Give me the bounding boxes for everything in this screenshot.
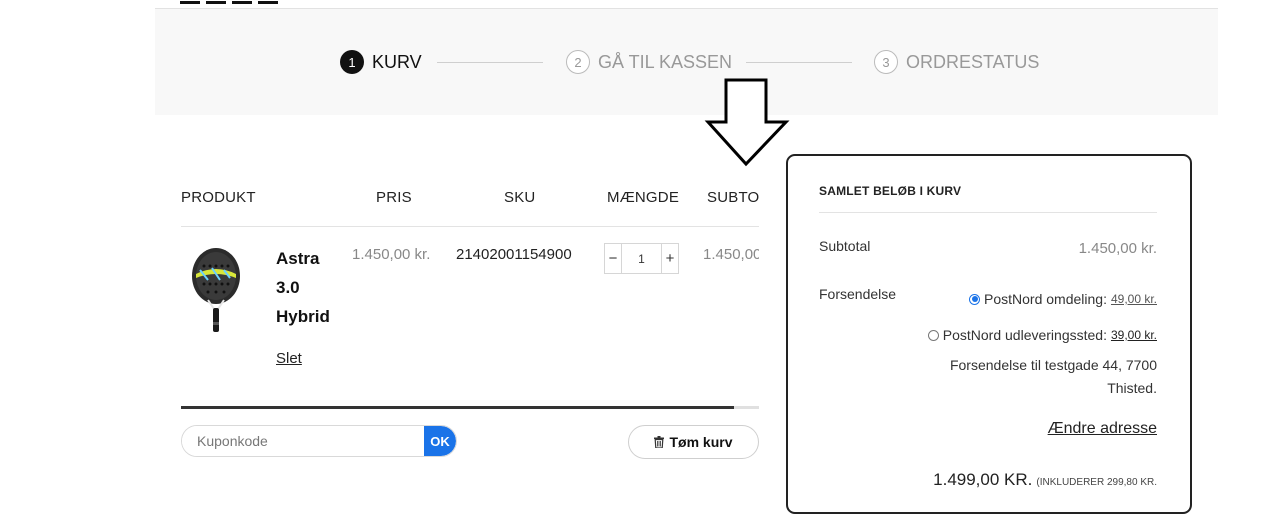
coupon-input[interactable]	[182, 426, 424, 456]
item-subtotal: 1.450,00 kr.	[703, 246, 759, 263]
step-number: 2	[566, 50, 590, 74]
apply-coupon-button[interactable]: OK	[424, 426, 456, 456]
shipping-option-label: PostNord omdeling:	[984, 291, 1107, 307]
step-cart[interactable]: 1 KURV	[340, 50, 422, 74]
subtotal-label: Subtotal	[819, 238, 871, 254]
step-label: KURV	[372, 51, 422, 72]
column-header-quantity: MÆNGDE	[607, 189, 680, 206]
subtotal-value: 1.450,00 kr.	[1078, 240, 1157, 257]
step-order-status[interactable]: 3 ORDRESTATUS	[874, 50, 1039, 74]
shipping-option-price: 49,00 kr.	[1110, 292, 1157, 306]
coupon-form: OK	[181, 425, 457, 457]
quantity-increase-button[interactable]: +	[661, 244, 678, 273]
shipping-option-price: 39,00 kr.	[1110, 328, 1157, 342]
item-sku: 21402001154900	[456, 246, 572, 263]
remove-item-link[interactable]: Slet	[276, 350, 302, 367]
table-divider	[181, 226, 759, 227]
shipping-label: Forsendelse	[819, 286, 897, 302]
order-total: 1.499,00 KR. (INKLUDERER 299,80 KR.	[933, 470, 1157, 490]
column-header-sku: SKU	[504, 189, 536, 206]
shipping-option-label: PostNord udleveringssted:	[942, 327, 1107, 343]
quantity-input[interactable]	[622, 250, 661, 267]
site-logo[interactable]	[180, 0, 288, 4]
shipping-option-postnord-omdeling[interactable]: PostNord omdeling: 49,00 kr.	[969, 291, 1157, 307]
radio-unselected-icon[interactable]	[927, 329, 939, 341]
trash-icon	[654, 436, 665, 448]
clear-cart-button[interactable]: Tøm kurv	[628, 425, 759, 459]
checkout-steps: 1 KURV 2 GÅ TIL KASSEN 3 ORDRESTATUS	[155, 9, 1218, 115]
totals-title: SAMLET BELØB I KURV	[819, 184, 962, 198]
column-header-price: PRIS	[376, 189, 412, 206]
clear-cart-label: Tøm kurv	[669, 434, 733, 450]
step-connector	[746, 62, 852, 63]
change-address-link[interactable]: Ændre adresse	[1048, 420, 1157, 438]
shipping-option-postnord-udleveringssted[interactable]: PostNord udleveringssted: 39,00 kr.	[927, 327, 1157, 343]
radio-selected-icon[interactable]	[969, 293, 981, 305]
column-header-product: PRODUKT	[181, 189, 256, 206]
shipping-destination: Forsendelse til testgade 44, 7700 Thiste…	[949, 357, 1157, 396]
table-scrollbar-thumb[interactable]	[181, 406, 734, 409]
step-number: 3	[874, 50, 898, 74]
column-header-subtotal: SUBTOTAL	[707, 189, 759, 206]
arrow-down-icon	[704, 78, 790, 167]
order-total-tax-note: (INKLUDERER 299,80 KR.	[1036, 477, 1157, 488]
quantity-decrease-button[interactable]: −	[605, 244, 622, 273]
totals-divider	[819, 212, 1157, 213]
cart-table: PRODUKT PRIS SKU MÆNGDE SUBTOTAL 1.450,0…	[181, 160, 759, 420]
step-label: ORDRESTATUS	[906, 51, 1040, 72]
padel-racket-image[interactable]	[190, 246, 242, 334]
item-price: 1.450,00 kr.	[352, 246, 431, 263]
quantity-stepper: − +	[604, 243, 679, 274]
step-connector	[437, 62, 543, 63]
step-number: 1	[340, 50, 364, 74]
order-total-value: 1.499,00 KR.	[933, 470, 1033, 489]
product-name[interactable]: Astra 3.0 Hybrid	[276, 244, 346, 331]
step-label: GÅ TIL KASSEN	[598, 51, 733, 72]
step-checkout[interactable]: 2 GÅ TIL KASSEN	[566, 50, 732, 74]
